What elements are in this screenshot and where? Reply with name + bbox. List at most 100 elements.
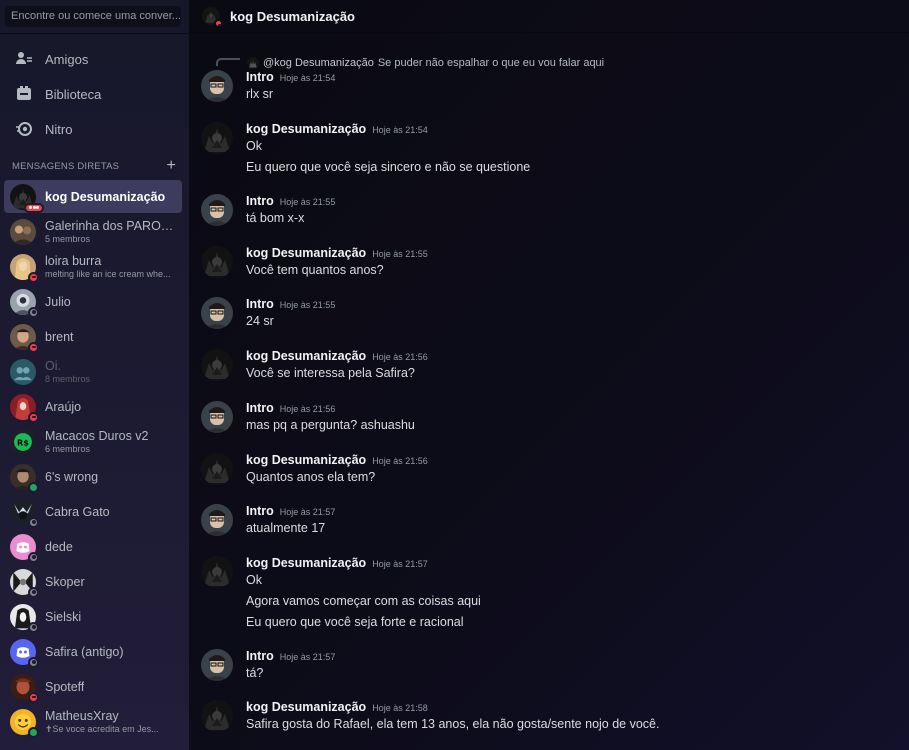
status-offline-icon	[28, 656, 39, 668]
message-text: Quantos anos ela tem?	[246, 470, 376, 484]
dm-item[interactable]: dede	[4, 530, 182, 563]
nav-nitro[interactable]: Nitro	[8, 113, 182, 145]
status-offline-icon	[28, 586, 39, 598]
message-author[interactable]: kog Desumanização	[246, 700, 366, 714]
message-author[interactable]: kog Desumanização	[246, 556, 366, 570]
message-text: atualmente 17	[246, 521, 326, 535]
dm-item[interactable]: loira burra melting like an ice cream whe…	[4, 250, 182, 283]
dm-avatar	[10, 183, 44, 213]
message-timestamp: Hoje às 21:56	[372, 456, 428, 466]
message-timestamp: Hoje às 21:57	[279, 507, 336, 517]
dm-subtitle: 8 membros	[45, 374, 91, 384]
dm-text: Sielski	[45, 610, 81, 624]
reply-preview[interactable]: @kog Desumanização Se puder não espalhar…	[219, 57, 604, 69]
message-avatar[interactable]	[201, 556, 233, 588]
nav-friends[interactable]: Amigos	[8, 43, 182, 75]
dm-item[interactable]: MatheusXray ✝Se voce acredita em Jes...	[4, 705, 182, 738]
dm-item[interactable]: Skoper	[4, 565, 182, 598]
dm-name: Sielski	[45, 609, 82, 624]
message-text: tá?	[246, 666, 264, 680]
dm-name: Safira (antigo)	[45, 644, 124, 659]
dm-avatar	[10, 638, 39, 668]
nitro-icon	[13, 118, 35, 140]
message-timestamp: Hoje às 21:55	[372, 249, 428, 259]
dm-item[interactable]: Spoteff	[4, 670, 182, 703]
message-avatar[interactable]	[201, 122, 233, 154]
dm-text: loira burra melting like an ice cream whe…	[45, 254, 171, 279]
dm-name: loira burra	[45, 254, 102, 268]
dm-name: kog Desumanização	[45, 189, 166, 204]
search-input[interactable]: Encontre ou comece uma conver...	[5, 6, 181, 27]
message-avatar[interactable]	[201, 504, 233, 536]
dm-item[interactable]: Sielski	[4, 600, 182, 633]
dm-item[interactable]: 6's wrong	[4, 460, 182, 493]
message-author[interactable]: kog Desumanização	[246, 122, 366, 136]
dm-item[interactable]: Safira (antigo)	[4, 635, 182, 668]
reply-avatar	[247, 57, 259, 69]
message-avatar[interactable]	[201, 453, 233, 485]
chat-header-avatar	[202, 7, 223, 28]
dm-item[interactable]: Oi. 8 membros	[4, 355, 182, 388]
dm-item[interactable]: R$ Macacos Duros v2 6 membros	[4, 425, 182, 458]
dm-sidebar: Encontre ou comece uma conver... Amigos …	[0, 0, 189, 750]
reply-text: Se puder não espalhar o que eu vou falar…	[377, 57, 605, 69]
message-author[interactable]: Intro	[246, 194, 274, 208]
message-text: mas pq a pergunta? ashuashu	[246, 418, 415, 432]
message-text: Eu quero que você seja sincero e não se …	[246, 160, 531, 174]
dm-text: Julio	[45, 295, 71, 309]
message-text: Eu quero que você seja forte e racional	[246, 615, 464, 629]
sidebar-divider	[0, 33, 189, 34]
message-avatar[interactable]	[201, 401, 233, 433]
create-dm-button[interactable]: +	[166, 158, 176, 174]
dm-text: Safira (antigo)	[45, 645, 124, 659]
dm-item[interactable]: kog Desumanização	[4, 180, 182, 213]
dm-text: Macacos Duros v2 6 membros	[45, 429, 149, 454]
message-author[interactable]: kog Desumanização	[246, 453, 366, 467]
dm-name: Spoteff	[45, 679, 85, 694]
dm-item[interactable]: Galerinha dos PARON... 5 membros	[4, 215, 182, 248]
message-author[interactable]: Intro	[246, 70, 274, 84]
dm-text: brent	[45, 330, 74, 344]
message-text: Ok	[246, 139, 262, 153]
message-avatar[interactable]	[201, 700, 233, 732]
dm-name: Araújo	[45, 399, 82, 414]
message-timestamp: Hoje às 21:58	[372, 703, 428, 713]
message-avatar[interactable]	[201, 246, 233, 278]
message-avatar[interactable]	[201, 349, 233, 381]
message-author[interactable]: kog Desumanização	[246, 349, 366, 363]
dm-avatar	[10, 708, 39, 738]
dm-section-header: MENSAGENS DIRETAS +	[12, 158, 176, 174]
status-online-icon	[28, 481, 39, 493]
dm-avatar	[10, 218, 36, 245]
message-avatar[interactable]	[201, 70, 233, 102]
message-author[interactable]: Intro	[246, 297, 274, 311]
status-offline-icon	[28, 306, 39, 318]
message-author[interactable]: Intro	[246, 649, 274, 663]
dm-text: Cabra Gato	[45, 505, 110, 519]
message-avatar[interactable]	[201, 297, 233, 329]
nav-library[interactable]: Biblioteca	[8, 78, 182, 110]
dm-item[interactable]: Julio	[4, 285, 182, 318]
nav-library-label: Biblioteca	[45, 86, 102, 102]
dm-item[interactable]: Araújo	[4, 390, 182, 423]
dm-item[interactable]: Cabra Gato	[4, 495, 182, 528]
dm-item[interactable]: brent	[4, 320, 182, 353]
dm-avatar	[10, 673, 39, 703]
dm-subtitle: 5 membros	[45, 234, 91, 244]
message-author[interactable]: kog Desumanização	[246, 246, 366, 260]
message-author[interactable]: Intro	[246, 504, 274, 518]
dm-avatar	[10, 253, 39, 283]
avatar	[10, 358, 36, 385]
reply-author[interactable]: @kog Desumanização	[263, 57, 374, 69]
dm-text: 6's wrong	[45, 470, 98, 484]
message-avatar[interactable]	[201, 194, 233, 226]
message-header: Intro Hoje às 21:56	[246, 401, 335, 415]
message-author[interactable]: Intro	[246, 401, 274, 415]
message-avatar[interactable]	[201, 649, 233, 681]
friends-icon	[13, 48, 35, 70]
status-offline-icon	[28, 516, 39, 528]
message-text: Você se interessa pela Safira?	[246, 366, 415, 380]
message-header: kog Desumanização Hoje às 21:57	[246, 556, 428, 570]
status-dnd-icon	[28, 691, 39, 703]
dm-avatar	[10, 533, 39, 563]
